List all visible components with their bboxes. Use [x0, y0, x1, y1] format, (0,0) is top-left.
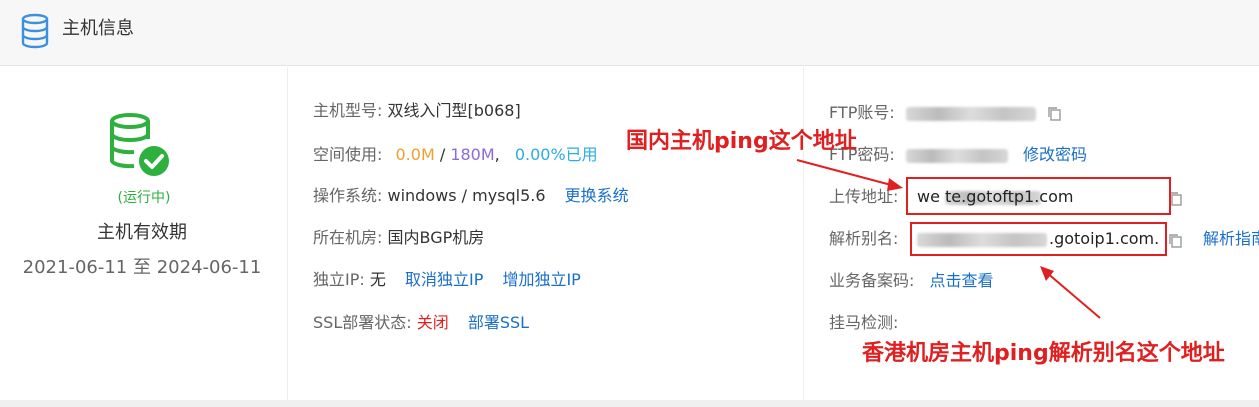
alias-guide-link[interactable]: 解析指南: [1203, 228, 1259, 250]
validity-dates: 2021-06-11 至 2024-06-11: [22, 257, 262, 278]
space-usage-row: 空间使用: 0.0M / 180M, 0.00%已用: [313, 144, 598, 166]
os-row: 操作系统: windows / mysql5.6 更换系统: [313, 185, 629, 207]
alias-highlight: [910, 222, 1167, 256]
upload-address-label: 上传地址:: [829, 187, 899, 206]
ssl-row: SSL部署状态: 关闭 部署SSL: [313, 312, 529, 334]
validity-label: 主机有效期: [97, 222, 187, 243]
os-label: 操作系统:: [313, 186, 383, 205]
running-status: (运行中): [117, 190, 171, 206]
domestic-annotation: 国内主机ping这个地址: [626, 129, 857, 154]
space-separator: /: [434, 145, 451, 164]
ftp-account-redacted: [905, 106, 1036, 121]
os-value: windows / mysql5.6: [387, 186, 546, 205]
ssl-status-value: 关闭: [416, 313, 449, 332]
hongkong-annotation: 香港机房主机ping解析别名这个地址: [862, 341, 1225, 366]
ftp-password-redacted: [905, 148, 1008, 163]
malware-row: 挂马检测:: [829, 312, 898, 334]
deploy-ssl-link[interactable]: 部署SSL: [468, 313, 529, 332]
malware-label: 挂马检测:: [829, 313, 899, 332]
bottom-divider: [0, 400, 1259, 407]
space-usage-label: 空间使用:: [313, 145, 383, 164]
room-row: 所在机房: 国内BGP机房: [313, 227, 484, 249]
page-title: 主机信息: [62, 18, 134, 39]
alias-row: 解析别名:: [829, 228, 898, 250]
host-model-row: 主机型号: 双线入门型[b068]: [313, 100, 521, 122]
ip-row: 独立IP: 无 取消独立IP 增加独立IP: [313, 269, 581, 291]
space-total-value: 180M: [450, 145, 495, 164]
database-icon: [21, 13, 49, 49]
icp-row: 业务备案码: 点击查看: [829, 270, 994, 292]
icp-label: 业务备案码:: [829, 271, 915, 290]
room-label: 所在机房:: [313, 228, 383, 247]
database-check-icon: [110, 113, 169, 176]
ftp-account-label: FTP账号:: [829, 103, 895, 122]
ftp-password-row: FTP密码: 修改密码: [829, 144, 1087, 166]
space-used-value: 0.0M: [395, 145, 435, 164]
host-model-label: 主机型号:: [313, 101, 383, 120]
cancel-ip-link[interactable]: 取消独立IP: [405, 270, 483, 289]
change-os-link[interactable]: 更换系统: [565, 186, 629, 205]
host-info-panel: 主机型号: 双线入门型[b068] 空间使用: 0.0M / 180M, 0.0…: [289, 67, 804, 400]
room-value: 国内BGP机房: [387, 228, 485, 247]
icp-view-link[interactable]: 点击查看: [930, 271, 994, 290]
ip-label: 独立IP:: [313, 270, 365, 289]
panel-header: 主机信息: [0, 0, 1259, 66]
upload-address-value: we te.gotoftp1.com: [917, 187, 1074, 206]
upload-address-row: 上传地址:: [829, 186, 898, 208]
ftp-account-row: FTP账号:: [829, 102, 1063, 124]
change-password-link[interactable]: 修改密码: [1023, 145, 1087, 164]
host-model-value: 双线入门型[b068]: [387, 101, 521, 120]
copy-icon[interactable]: [1168, 233, 1184, 249]
space-comma: ,: [494, 145, 500, 164]
status-panel: (运行中) 主机有效期 2021-06-11 至 2024-06-11: [0, 67, 288, 400]
ip-value: 无: [369, 270, 386, 289]
copy-icon[interactable]: [1047, 106, 1063, 122]
space-percent-value: 0.00%已用: [514, 145, 598, 164]
add-ip-link[interactable]: 增加独立IP: [502, 270, 580, 289]
alias-label: 解析别名:: [829, 229, 899, 248]
ssl-label: SSL部署状态:: [313, 313, 412, 332]
